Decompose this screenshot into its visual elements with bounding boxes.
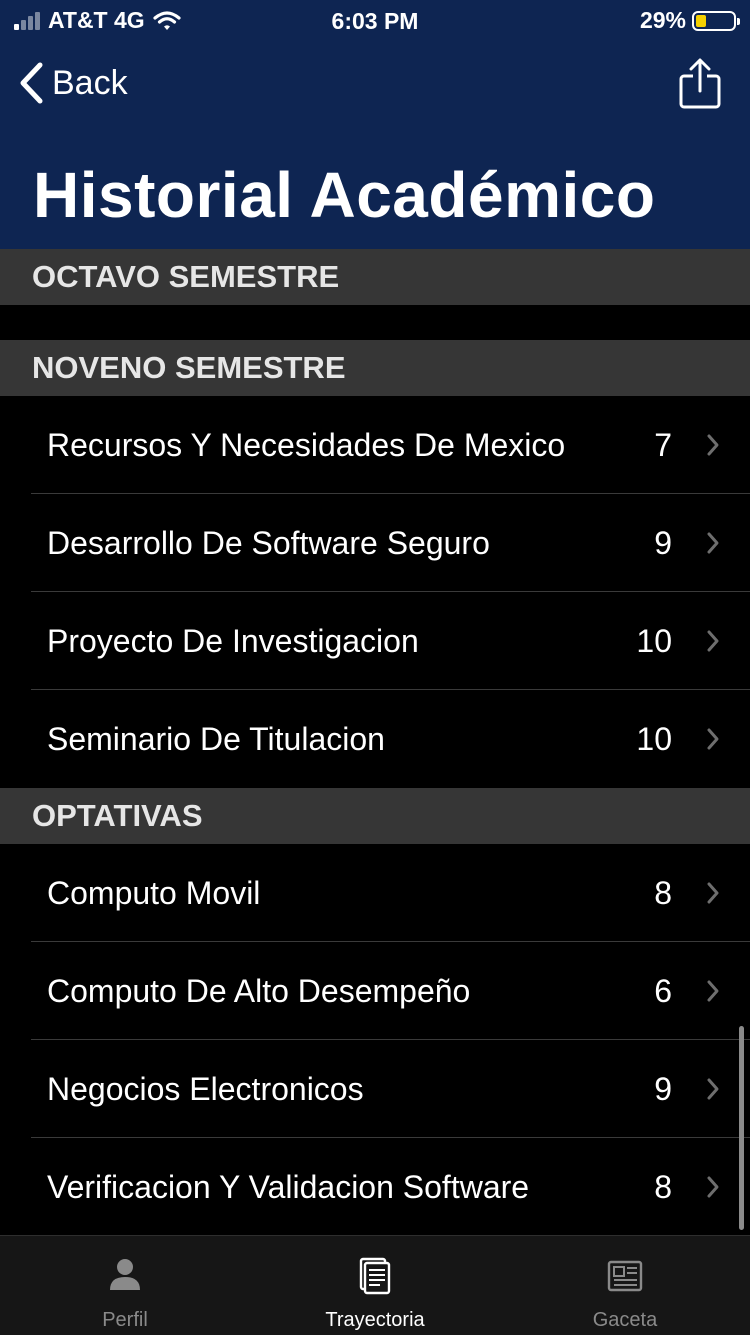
course-grade: 9 [654, 1071, 672, 1107]
status-right: 29% [639, 7, 740, 34]
course-row[interactable]: Recursos Y Necesidades De Mexico 7 [0, 396, 750, 494]
newspaper-icon [607, 1260, 643, 1292]
grades-list[interactable]: OCTAVO SEMESTRE NOVENO SEMESTRE Recursos Y… [0, 249, 750, 1235]
course-row[interactable]: Computo Movil 8 [0, 844, 750, 942]
battery-icon [692, 10, 740, 31]
status-bar: AT&T 4G 6:03 PM 29% [0, 0, 750, 40]
course-row[interactable]: Negocios Electronicos 9 [0, 1040, 750, 1138]
navigation-header: Back Historial Académico [0, 40, 750, 249]
course-name: Seminario De Titulacion [47, 721, 385, 757]
course-grade: 10 [636, 623, 672, 659]
course-grade: 9 [654, 525, 672, 561]
chevron-right-icon [707, 728, 719, 750]
course-name: Recursos Y Necesidades De Mexico [47, 427, 566, 463]
tab-trayectoria[interactable]: Trayectoria [250, 1236, 500, 1335]
page-title: Historial Académico [33, 159, 656, 231]
document-icon [359, 1257, 391, 1295]
chevron-right-icon [707, 1176, 719, 1198]
course-row[interactable]: Computo De Alto Desempeño 6 [0, 942, 750, 1040]
course-name: Negocios Electronicos [47, 1071, 364, 1107]
course-grade: 8 [654, 875, 672, 911]
chevron-right-icon [707, 630, 719, 652]
course-row[interactable]: Desarrollo De Software Seguro 9 [0, 494, 750, 592]
tab-label: Perfil [102, 1309, 148, 1331]
course-grade: 8 [654, 1169, 672, 1205]
tab-label: Gaceta [592, 1309, 658, 1331]
course-name: Computo De Alto Desempeño [47, 973, 471, 1009]
course-grade: 7 [654, 427, 672, 463]
chevron-right-icon [707, 882, 719, 904]
course-grade: 10 [636, 721, 672, 757]
chevron-right-icon [707, 1078, 719, 1100]
course-name: Computo Movil [47, 875, 261, 911]
course-row[interactable]: Proyecto De Investigacion 10 [0, 592, 750, 690]
chevron-right-icon [707, 434, 719, 456]
course-grade: 6 [654, 973, 672, 1009]
course-row[interactable]: Seminario De Titulacion 10 [0, 690, 750, 788]
chevron-right-icon [707, 532, 719, 554]
section-header: OPTATIVAS [0, 788, 750, 844]
scrollbar[interactable] [739, 1026, 744, 1230]
section-header: OCTAVO SEMESTRE [0, 249, 750, 305]
section-header: NOVENO SEMESTRE [0, 340, 750, 396]
share-icon[interactable] [678, 58, 722, 110]
status-time: 6:03 PM [331, 8, 419, 34]
tab-label: Trayectoria [325, 1309, 425, 1331]
tab-gaceta[interactable]: Gaceta [500, 1236, 750, 1335]
course-name: Verificacion Y Validacion Software [47, 1169, 530, 1205]
battery-percent: 29% [639, 7, 686, 33]
chevron-left-icon [20, 62, 43, 104]
person-icon [110, 1259, 140, 1290]
chevron-right-icon [707, 980, 719, 1002]
course-name: Desarrollo De Software Seguro [47, 525, 490, 561]
back-button[interactable]: Back [18, 62, 128, 104]
course-name: Proyecto De Investigacion [47, 623, 419, 659]
tab-perfil[interactable]: Perfil [0, 1236, 250, 1335]
course-row[interactable]: Verificacion Y Validacion Software 8 [0, 1138, 750, 1235]
tab-bar: Perfil Trayectoria Gaceta [0, 1235, 750, 1335]
empty-section-spacer [0, 305, 750, 340]
back-label: Back [52, 63, 128, 102]
